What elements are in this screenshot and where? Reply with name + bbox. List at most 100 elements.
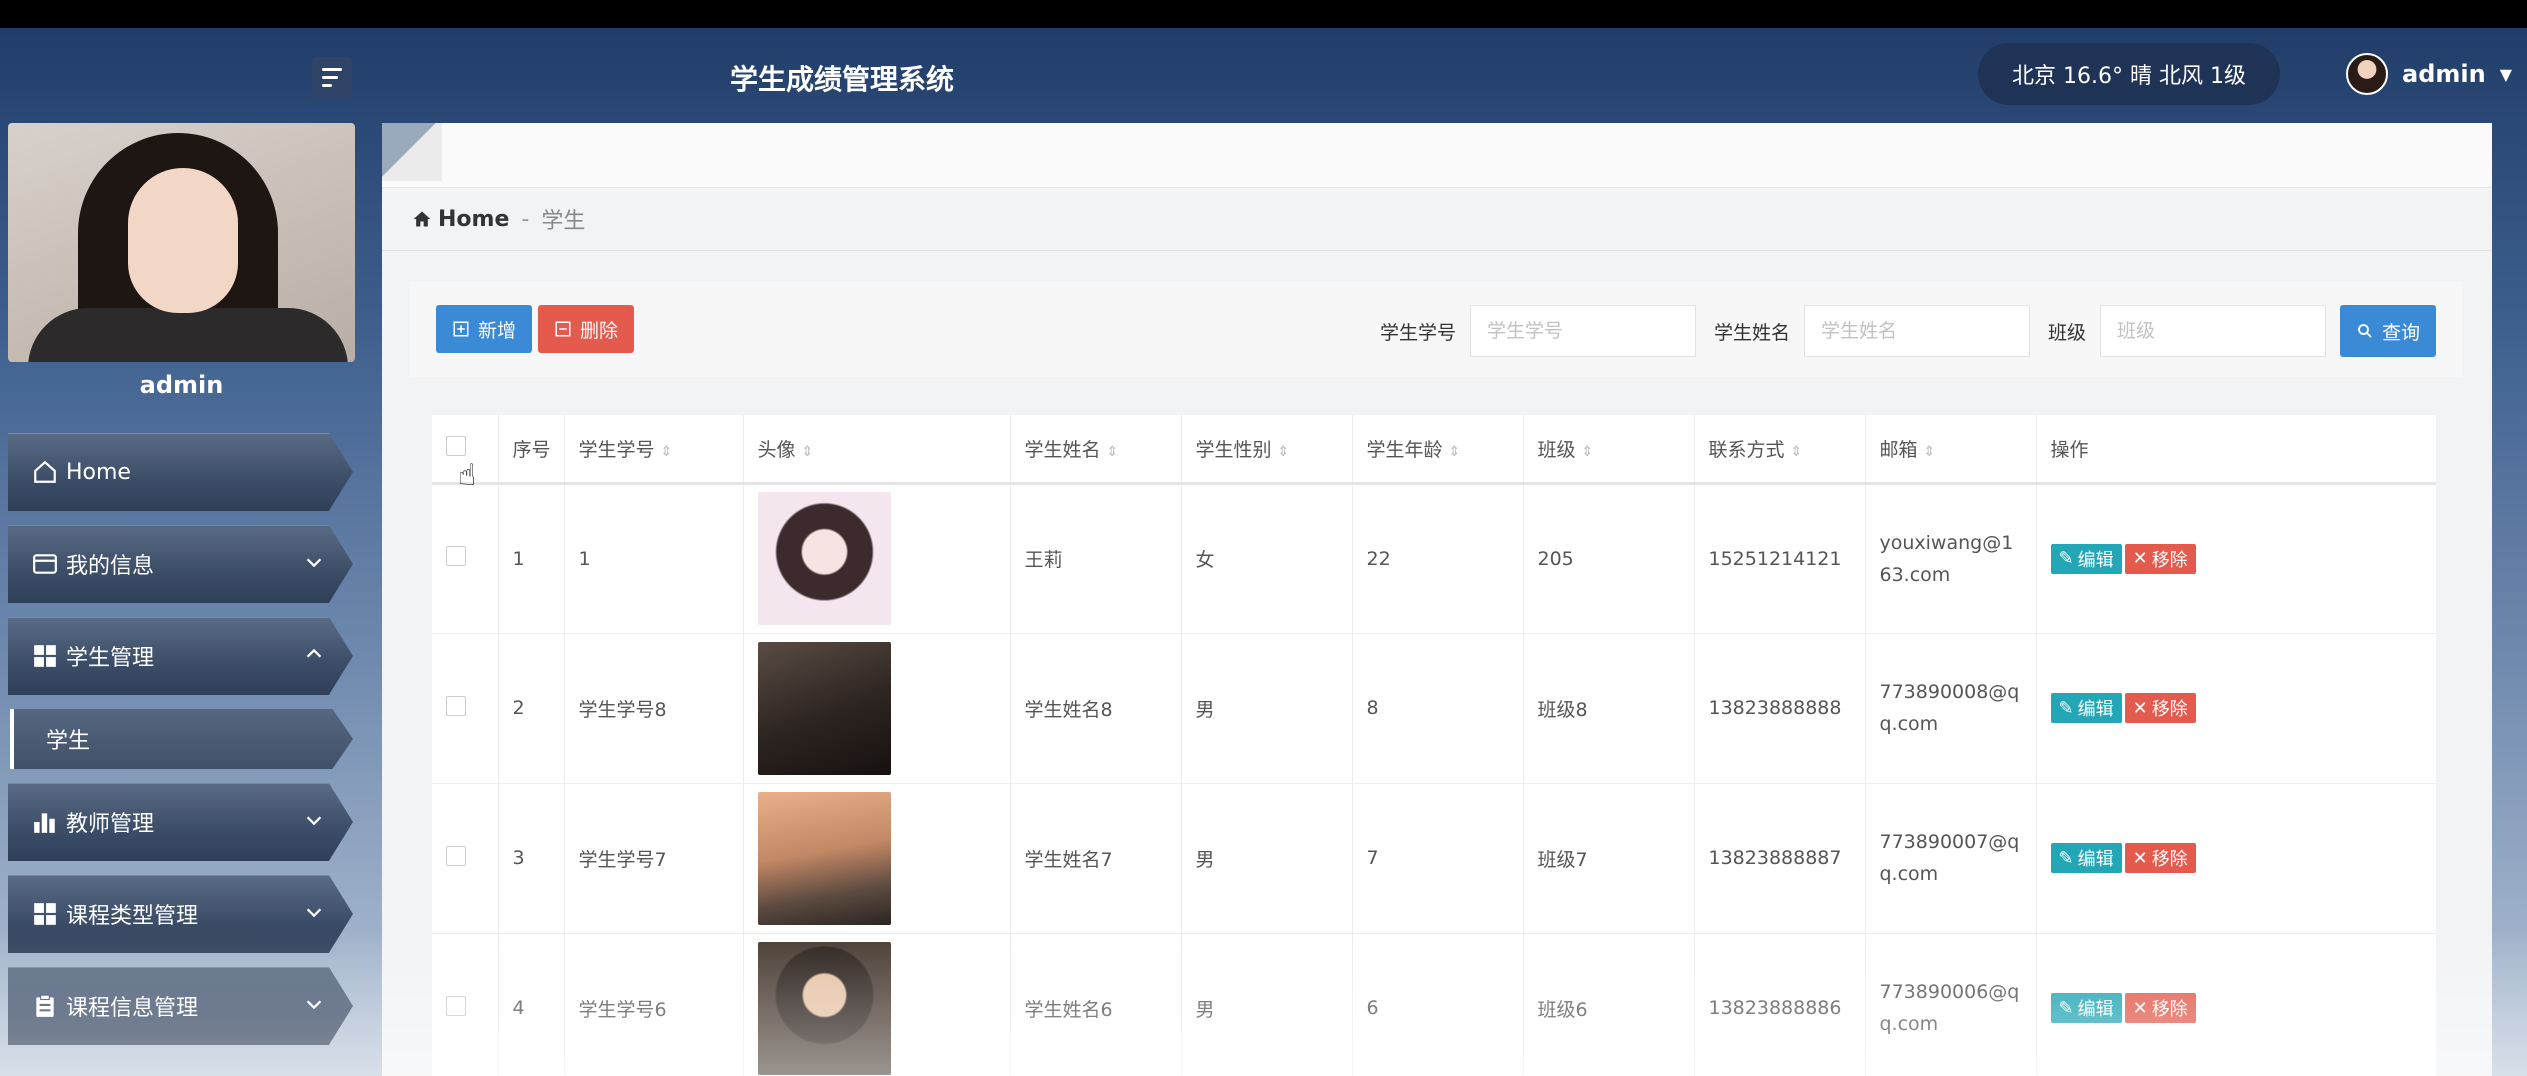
student-avatar-image <box>757 791 891 925</box>
cell-class: 班级6 <box>1523 933 1695 1076</box>
edit-button[interactable]: ✎ 编辑 <box>2050 843 2122 873</box>
caret-down-icon: ▼ <box>2499 64 2513 84</box>
edit-icon: ✎ <box>2058 847 2074 869</box>
edit-button[interactable]: ✎ 编辑 <box>2050 543 2122 574</box>
cell-no: 4 <box>498 933 565 1076</box>
edit-button[interactable]: ✎ 编辑 <box>2050 693 2122 723</box>
column-header[interactable]: 学生年龄 ⇕ <box>1352 415 1524 485</box>
filter-label-student-id: 学生学号 <box>1379 321 1456 344</box>
row-checkbox[interactable] <box>446 845 466 866</box>
cell-student-id: 学生学号8 <box>564 633 744 784</box>
table-row: 3 学生学号7 学生姓名7 男 7 班级7 13823888887 773890… <box>432 783 2436 934</box>
clipboard-icon <box>30 991 60 1021</box>
delete-button[interactable]: 删除 <box>538 305 635 353</box>
sidebar-item-my-info[interactable]: 我的信息 <box>8 525 353 603</box>
sidebar-subitem-student[interactable]: 学生 <box>10 709 353 769</box>
sidebar-item-teacher-mgmt[interactable]: 教师管理 <box>8 783 353 861</box>
sidebar-item-course-info-mgmt[interactable]: 课程信息管理 <box>8 967 353 1045</box>
chevron-down-icon <box>306 558 322 568</box>
remove-button[interactable]: ✕ 移除 <box>2124 993 2196 1023</box>
student-id-input[interactable] <box>1469 305 1696 357</box>
remove-button[interactable]: ✕ 移除 <box>2124 843 2196 873</box>
menu-line-icon <box>322 75 338 79</box>
minus-square-icon <box>555 321 571 337</box>
column-header[interactable]: 联系方式 ⇕ <box>1694 415 1866 485</box>
sort-icon[interactable]: ⇕ <box>802 444 814 460</box>
breadcrumb-home-label: Home <box>438 206 510 232</box>
sidebar-item-label: 课程信息管理 <box>66 996 199 1021</box>
class-input[interactable] <box>2099 305 2326 357</box>
add-button-label: 新增 <box>478 320 517 342</box>
sort-icon[interactable]: ⇕ <box>1278 444 1290 460</box>
cell-avatar <box>743 483 1011 634</box>
edit-icon: ✎ <box>2058 697 2074 719</box>
table-header-row: 序号 学生学号 ⇕ 头像 ⇕ 学生姓名 ⇕ 学生性别 ⇕ 学生年龄 ⇕ 班级 ⇕ 联系方式 ⇕… <box>432 415 2436 485</box>
sort-icon[interactable]: ⇕ <box>1107 444 1119 460</box>
column-header[interactable]: 班级 ⇕ <box>1523 415 1695 485</box>
cell-gender: 女 <box>1181 483 1353 634</box>
student-avatar-image <box>757 492 891 625</box>
cell-no: 2 <box>498 633 565 784</box>
sort-icon[interactable]: ⇕ <box>1924 444 1936 460</box>
row-checkbox[interactable] <box>446 546 466 566</box>
row-checkbox[interactable] <box>446 995 466 1016</box>
close-icon: ✕ <box>2132 548 2148 569</box>
app-header: 学生成绩管理系统 北京 16.6° 晴 北风 1级 admin ▼ <box>0 28 2527 123</box>
menu-toggle-button[interactable] <box>312 57 352 97</box>
cell-actions: ✎ 编辑 ✕ 移除 <box>2036 933 2436 1076</box>
cell-name: 学生姓名6 <box>1010 933 1182 1076</box>
sidebar-item-student-mgmt[interactable]: 学生管理 <box>8 617 353 695</box>
breadcrumb-home[interactable]: Home <box>412 207 509 232</box>
column-header[interactable]: 学生姓名 ⇕ <box>1010 415 1182 485</box>
row-checkbox[interactable] <box>446 695 466 716</box>
user-menu[interactable]: admin ▼ <box>2346 53 2512 95</box>
cell-avatar <box>743 783 1011 934</box>
table-row: 1 1 王莉 女 22 205 15251214121 youxiwang@16… <box>432 483 2436 634</box>
add-button[interactable]: 新增 <box>436 305 533 353</box>
cell-name: 王莉 <box>1010 483 1182 634</box>
cell-student-id: 1 <box>564 483 744 634</box>
sort-icon[interactable]: ⇕ <box>1791 444 1803 460</box>
sidebar-item-label: 学生管理 <box>66 646 155 671</box>
search-icon <box>2358 324 2372 338</box>
student-avatar-image <box>757 641 891 775</box>
menu-line-icon <box>322 67 342 71</box>
edit-button[interactable]: ✎ 编辑 <box>2050 993 2122 1023</box>
cell-actions: ✎ 编辑 ✕ 移除 <box>2036 783 2436 934</box>
cell-age: 8 <box>1352 633 1524 784</box>
grid-icon <box>30 899 60 929</box>
cell-phone: 15251214121 <box>1694 483 1866 634</box>
query-button[interactable]: 查询 <box>2339 305 2436 357</box>
sort-icon[interactable]: ⇕ <box>1582 444 1594 460</box>
profile-photo <box>8 123 355 362</box>
column-header[interactable]: 学生学号 ⇕ <box>564 415 744 485</box>
cell-email: 773890007@qq.com <box>1865 783 2037 934</box>
top-black-strip <box>0 0 2527 28</box>
column-header[interactable]: 邮箱 ⇕ <box>1865 415 2037 485</box>
remove-button[interactable]: ✕ 移除 <box>2124 693 2196 723</box>
app-title: 学生成绩管理系统 <box>730 63 955 96</box>
cell-phone: 13823888886 <box>1694 933 1866 1076</box>
plus-square-icon <box>453 321 469 337</box>
chevron-down-icon <box>306 1000 322 1010</box>
sidebar-item-home[interactable]: Home <box>8 433 353 511</box>
cell-class: 班级8 <box>1523 633 1695 784</box>
select-all-checkbox[interactable] <box>446 435 466 456</box>
weather-widget: 北京 16.6° 晴 北风 1级 <box>1978 43 2280 105</box>
student-avatar-image <box>757 941 891 1075</box>
sidebar-item-course-type-mgmt[interactable]: 课程类型管理 <box>8 875 353 953</box>
remove-button[interactable]: ✕ 移除 <box>2124 543 2196 574</box>
student-name-input[interactable] <box>1803 305 2030 357</box>
edit-icon: ✎ <box>2058 548 2074 569</box>
column-header[interactable]: 头像 ⇕ <box>743 415 1011 485</box>
sort-icon[interactable]: ⇕ <box>1449 444 1461 460</box>
sort-icon[interactable]: ⇕ <box>661 444 673 460</box>
cell-actions: ✎ 编辑 ✕ 移除 <box>2036 633 2436 784</box>
delete-button-label: 删除 <box>580 320 619 342</box>
sidebar-item-label: 教师管理 <box>66 812 155 837</box>
sidebar-subitem-label: 学生 <box>46 729 91 754</box>
filter-label-student-name: 学生姓名 <box>1713 321 1790 344</box>
home-icon <box>30 457 60 487</box>
column-header[interactable]: 学生性别 ⇕ <box>1181 415 1353 485</box>
page-fold-corner <box>382 123 442 181</box>
